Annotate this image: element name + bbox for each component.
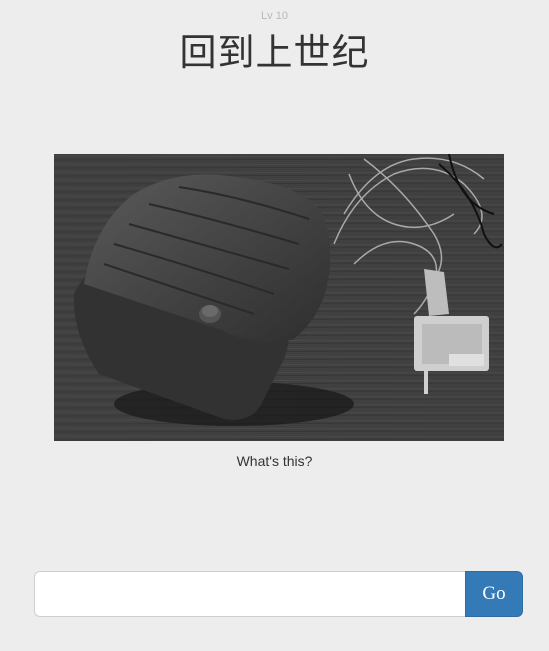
- level-indicator: Lv 10: [261, 10, 288, 22]
- answer-form: Go: [34, 571, 523, 617]
- image-caption: What's this?: [236, 453, 313, 469]
- go-button[interactable]: Go: [465, 571, 523, 617]
- vintage-computer-mouse-photo: [54, 154, 504, 441]
- page-title: 回到上世纪: [179, 31, 370, 74]
- answer-input[interactable]: [34, 571, 465, 617]
- puzzle-image: [54, 154, 504, 441]
